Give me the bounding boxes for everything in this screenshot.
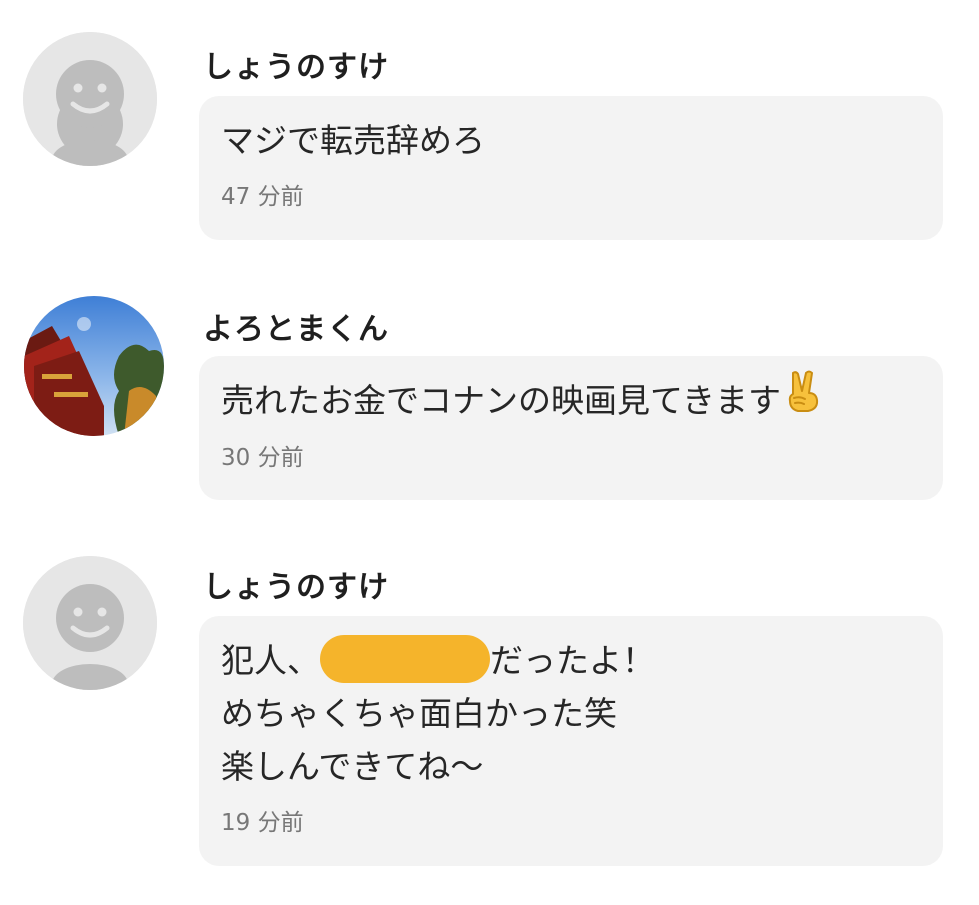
timestamp: 30 分前 [221,445,304,471]
avatar[interactable] [24,296,164,436]
message-line: 犯人、 だったよ！ [221,634,921,687]
timestamp: 47 分前 [221,184,304,210]
message-text: 売れたお金でコナンの映画見てきます [221,381,782,420]
redaction-mark [320,634,490,683]
comment-bubble: 犯人、 だったよ！ めちゃくちゃ面白かった笑 楽しんできてね〜 19 分前 [199,616,943,866]
username[interactable]: よろとまくん [203,304,389,348]
message-line: 楽しんできてね〜 [221,747,484,786]
avatar[interactable] [23,32,157,166]
victory-hand-icon [783,369,823,428]
username[interactable]: しょうのすけ [203,562,389,606]
avatar[interactable] [23,556,157,690]
comment-text: 売れたお金でコナンの映画見てきます [221,370,921,428]
timestamp: 19 分前 [221,810,304,836]
default-user-icon [23,32,157,166]
message-line: めちゃくちゃ面白かった笑 [221,694,617,733]
default-user-icon [23,556,157,690]
comment-bubble: マジで転売辞めろ 47 分前 [199,96,943,240]
comment-text: マジで転売辞めろ [221,114,921,167]
comment-list: しょうのすけ マジで転売辞めろ 47 分前 よろとまくん 売れたお金でコナンの映… [0,0,979,905]
comment-bubble: 売れたお金でコナンの映画見てきます 30 分前 [199,356,943,500]
message-segment: 犯人、 [221,641,320,680]
photo-avatar-image [24,296,164,436]
comment-text: 犯人、 だったよ！ めちゃくちゃ面白かった笑 楽しんできてね〜 [221,634,921,793]
message-line: マジで転売辞めろ [221,121,485,160]
message-segment: だったよ！ [490,641,655,680]
username[interactable]: しょうのすけ [203,42,389,86]
